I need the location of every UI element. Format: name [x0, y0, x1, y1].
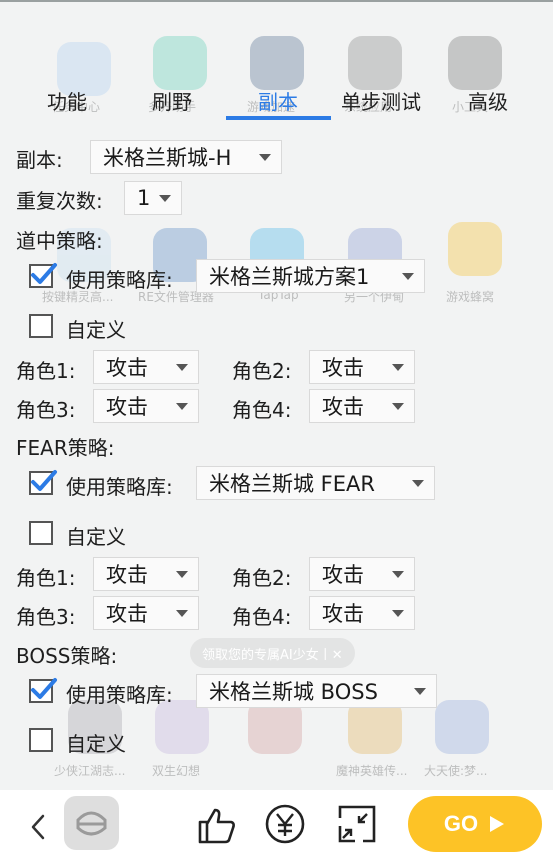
road-library-select[interactable]: 米格兰斯城方案1	[196, 259, 425, 293]
active-tab-indicator	[226, 116, 331, 120]
bg-app-icon	[448, 222, 502, 276]
repeat-select-value: 1	[137, 186, 151, 210]
yen-icon[interactable]	[264, 803, 306, 845]
bee-hive-icon[interactable]	[64, 796, 119, 850]
fear-role1-select[interactable]: 攻击	[93, 557, 199, 591]
fear-custom-label: 自定义	[66, 525, 126, 549]
fear-role3-value: 攻击	[106, 602, 148, 626]
tab-farming[interactable]: 刷野	[152, 86, 192, 115]
chevron-down-icon	[176, 402, 188, 410]
fear-use-library-checkbox[interactable]	[29, 470, 57, 495]
road-custom-checkbox[interactable]	[29, 314, 53, 338]
boss-custom-label: 自定义	[66, 732, 126, 756]
bg-app-icon	[435, 700, 489, 754]
fear-library-select-value: 米格兰斯城 FEAR	[209, 472, 375, 496]
chevron-down-icon	[159, 194, 171, 202]
checkmark-icon	[31, 678, 57, 699]
fear-library-select[interactable]: 米格兰斯城 FEAR	[196, 466, 435, 500]
repeat-select[interactable]: 1	[124, 181, 182, 215]
thumbs-up-icon[interactable]	[196, 804, 238, 846]
boss-library-select-value: 米格兰斯城 BOSS	[209, 680, 378, 704]
tab-step-test[interactable]: 单步测试	[341, 86, 421, 115]
bg-app-label: 大天使:梦...	[424, 764, 488, 778]
road-role4-select[interactable]: 攻击	[309, 389, 415, 423]
tab-functions[interactable]: 功能	[47, 86, 87, 115]
fear-role1-label: 角色1:	[16, 566, 76, 590]
repeat-label: 重复次数:	[16, 189, 103, 213]
fear-role3-select[interactable]: 攻击	[93, 596, 199, 630]
minimize-icon[interactable]	[337, 804, 377, 844]
chevron-down-icon	[176, 609, 188, 617]
road-role2-value: 攻击	[322, 356, 364, 380]
fear-role2-select[interactable]: 攻击	[309, 557, 415, 591]
road-use-library-label: 使用策略库:	[66, 268, 173, 292]
chevron-down-icon	[392, 402, 404, 410]
checkmark-icon	[31, 263, 57, 284]
chevron-down-icon	[402, 272, 414, 280]
boss-custom-checkbox[interactable]	[29, 728, 53, 752]
chevron-left-icon[interactable]	[26, 812, 50, 842]
tab-advanced[interactable]: 高级	[468, 86, 508, 115]
dungeon-select[interactable]: 米格兰斯城-H	[90, 140, 282, 174]
chevron-down-icon	[392, 570, 404, 578]
fear-role3-label: 角色3:	[16, 605, 76, 629]
boss-library-select[interactable]: 米格兰斯城 BOSS	[196, 674, 437, 708]
play-icon	[490, 816, 505, 832]
fear-role2-value: 攻击	[322, 563, 364, 587]
boss-use-library-label: 使用策略库:	[66, 683, 173, 707]
fear-use-library-label: 使用策略库:	[66, 475, 173, 499]
road-role4-label: 角色4:	[232, 398, 292, 422]
road-role3-select[interactable]: 攻击	[93, 389, 199, 423]
chevron-down-icon	[259, 153, 271, 161]
chevron-down-icon	[392, 609, 404, 617]
road-role1-value: 攻击	[106, 356, 148, 380]
road-use-library-checkbox[interactable]	[29, 263, 57, 288]
fear-role4-value: 攻击	[322, 602, 364, 626]
dungeon-select-value: 米格兰斯城-H	[103, 146, 232, 170]
bg-app-icon	[155, 700, 209, 754]
bg-app-label: 魔神英雄传...	[336, 764, 408, 778]
boss-strategy-heading: BOSS策略:	[16, 644, 118, 668]
toast-text: 领取您的专属AI少女丨✕	[202, 647, 343, 663]
chevron-down-icon	[176, 570, 188, 578]
chevron-down-icon	[176, 363, 188, 371]
fear-strategy-heading: FEAR策略:	[16, 436, 115, 460]
road-library-select-value: 米格兰斯城方案1	[209, 265, 370, 289]
chevron-down-icon	[412, 479, 424, 487]
boss-use-library-checkbox[interactable]	[29, 678, 57, 703]
road-role1-select[interactable]: 攻击	[93, 350, 199, 384]
fear-custom-checkbox[interactable]	[29, 521, 53, 545]
road-strategy-heading: 道中策略:	[16, 229, 103, 253]
road-role3-label: 角色3:	[16, 398, 76, 422]
tab-dungeon[interactable]: 副本	[258, 86, 298, 115]
status-divider	[0, 0, 553, 2]
fear-role4-select[interactable]: 攻击	[309, 596, 415, 630]
bg-app-icon	[348, 700, 402, 754]
road-role2-select[interactable]: 攻击	[309, 350, 415, 384]
bg-app-label: 少侠江湖志...	[54, 764, 126, 778]
checkmark-icon	[31, 470, 57, 491]
fear-role1-value: 攻击	[106, 563, 148, 587]
go-button[interactable]: GO	[408, 796, 542, 852]
chevron-down-icon	[414, 687, 426, 695]
road-custom-label: 自定义	[66, 318, 126, 342]
road-role2-label: 角色2:	[232, 359, 292, 383]
dungeon-label: 副本:	[16, 148, 63, 172]
road-role3-value: 攻击	[106, 395, 148, 419]
bg-app-icon	[248, 700, 302, 754]
fear-role2-label: 角色2:	[232, 566, 292, 590]
road-role4-value: 攻击	[322, 395, 364, 419]
bg-app-label: 游戏蜂窝	[446, 290, 495, 304]
fear-role4-label: 角色4:	[232, 605, 292, 629]
chevron-down-icon	[392, 363, 404, 371]
go-button-label: GO	[443, 811, 479, 836]
overlay-toast[interactable]: 领取您的专属AI少女丨✕	[190, 638, 355, 668]
bg-app-label: 双生幻想	[152, 764, 201, 778]
road-role1-label: 角色1:	[16, 359, 76, 383]
